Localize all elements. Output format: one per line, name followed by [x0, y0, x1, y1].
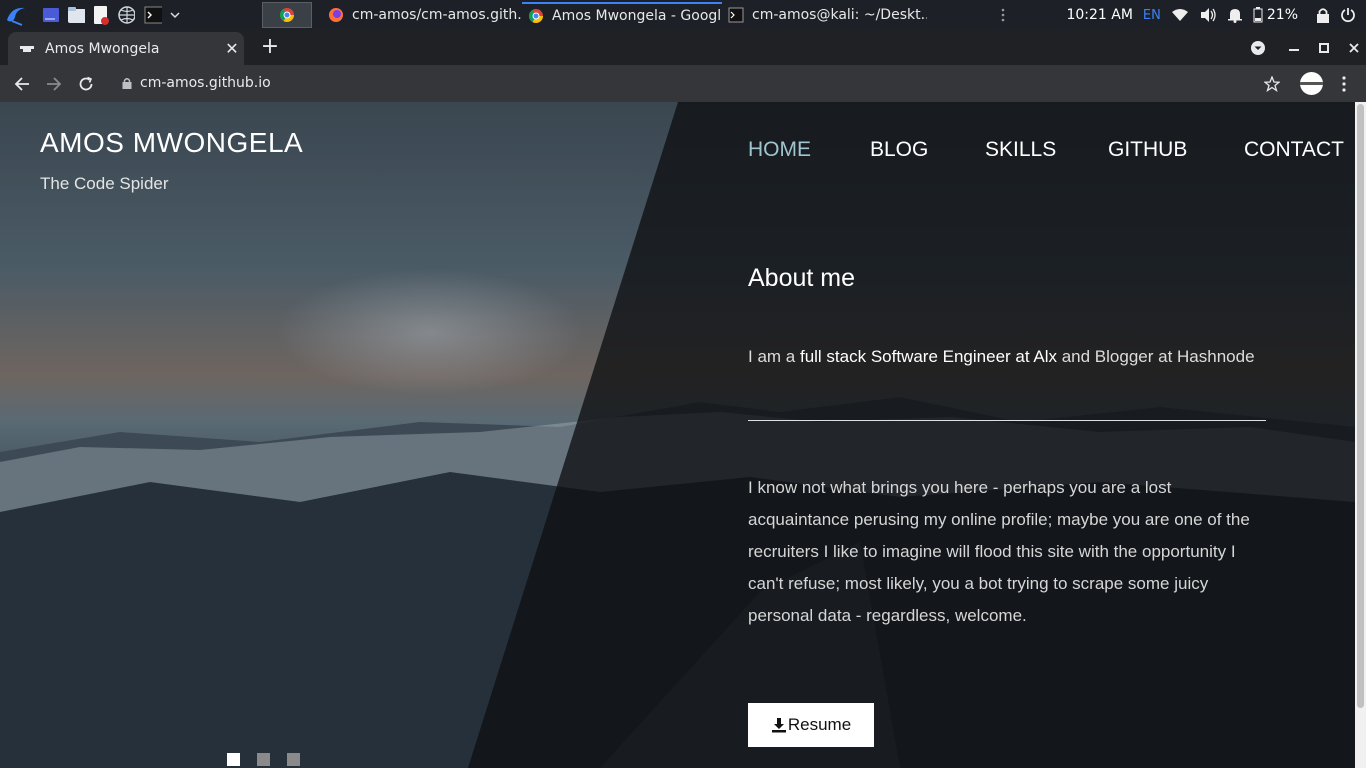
browser-tab-strip: Amos Mwongela ✕ +: [0, 30, 1366, 65]
system-tray: 10:21 AM EN 21%: [1000, 0, 1366, 30]
address-bar[interactable]: cm-amos.github.io: [110, 69, 1290, 97]
avatar-stripe: [1300, 82, 1323, 85]
taskbar-app-firefox[interactable]: cm-amos/cm-amos.gith...: [322, 2, 522, 28]
tab-close-icon[interactable]: ✕: [220, 39, 244, 58]
workspace-icon[interactable]: [42, 6, 60, 24]
scrollbar-thumb[interactable]: [1357, 104, 1364, 708]
web-page: AMOS MWONGELA The Code Spider HOME BLOG …: [0, 102, 1355, 768]
back-button[interactable]: [6, 68, 38, 100]
window-controls: [1250, 30, 1360, 65]
terminal-icon[interactable]: [144, 6, 162, 24]
bell-icon[interactable]: [1227, 7, 1243, 23]
slider-dot-1[interactable]: [227, 753, 240, 766]
clock[interactable]: 10:21 AM: [1066, 7, 1132, 23]
minimize-icon[interactable]: [1288, 42, 1300, 54]
welcome-paragraph: I know not what brings you here - perhap…: [748, 478, 1250, 625]
taskbar-app-chrome-window[interactable]: Amos Mwongela - Googl...: [522, 2, 722, 28]
volume-icon[interactable]: [1199, 7, 1217, 23]
url-text: cm-amos.github.io: [140, 75, 271, 91]
tab-title: Amos Mwongela: [45, 40, 160, 57]
intro-highlight: full stack Software Engineer at Alx: [799, 347, 1057, 366]
power-icon[interactable]: [1340, 7, 1356, 23]
chrome-icon: [280, 8, 294, 22]
arrow-right-icon: [47, 76, 62, 91]
browser-tab[interactable]: Amos Mwongela ✕: [8, 32, 244, 65]
close-window-icon[interactable]: [1348, 42, 1360, 54]
maximize-icon[interactable]: [1318, 42, 1330, 54]
tab-search-icon[interactable]: [1250, 40, 1266, 56]
lock-icon[interactable]: [122, 77, 132, 89]
firefox-icon: [329, 8, 343, 22]
lock-icon[interactable]: [1316, 7, 1330, 23]
nav-github[interactable]: GITHUB: [1108, 138, 1187, 162]
battery[interactable]: 21%: [1253, 7, 1298, 23]
intro-text: I am a full stack Software Engineer at A…: [748, 347, 1255, 366]
site-tagline: The Code Spider: [40, 174, 169, 193]
slider-dot-3[interactable]: [287, 753, 300, 766]
download-icon: [771, 718, 786, 733]
bookmark-star-icon[interactable]: [1264, 76, 1280, 92]
profile-avatar[interactable]: [1300, 72, 1323, 95]
nav-skills[interactable]: SKILLS: [985, 138, 1056, 162]
taskbar-app-chrome[interactable]: [262, 2, 312, 28]
arrow-left-icon: [14, 76, 29, 91]
wifi-icon[interactable]: [1171, 8, 1189, 22]
battery-icon: [1253, 7, 1263, 23]
divider-line: [748, 420, 1266, 421]
files-icon[interactable]: [67, 6, 85, 24]
keyboard-layout[interactable]: EN: [1143, 8, 1161, 23]
browser-icon[interactable]: [117, 6, 135, 24]
reload-button[interactable]: [70, 68, 102, 100]
chevron-down-icon[interactable]: [166, 6, 184, 24]
reload-icon: [79, 76, 93, 90]
nav-contact[interactable]: CONTACT: [1244, 138, 1344, 162]
kali-menu-icon[interactable]: [4, 3, 28, 27]
browser-toolbar: cm-amos.github.io: [0, 65, 1366, 102]
resume-button[interactable]: Resume: [748, 703, 874, 747]
site-brand[interactable]: AMOS MWONGELA: [40, 127, 303, 159]
system-taskbar: cm-amos/cm-amos.gith... Amos Mwongela - …: [0, 0, 1366, 30]
new-tab-button[interactable]: +: [258, 34, 282, 60]
forward-button[interactable]: [38, 68, 70, 100]
page-scrollbar[interactable]: [1355, 102, 1366, 768]
more-vertical-icon[interactable]: [1000, 7, 1006, 23]
nav-blog[interactable]: BLOG: [870, 138, 928, 162]
menu-kebab-icon[interactable]: [1342, 76, 1346, 92]
about-heading: About me: [748, 264, 856, 292]
chrome-icon: [529, 9, 543, 23]
taskbar-app-terminal[interactable]: cm-amos@kali: ~/Deskt...: [722, 2, 927, 28]
favicon-icon: [20, 45, 34, 52]
terminal-icon: [728, 7, 744, 23]
slider-dot-2[interactable]: [257, 753, 270, 766]
nav-home[interactable]: HOME: [748, 138, 811, 162]
text-editor-icon[interactable]: [92, 6, 110, 25]
